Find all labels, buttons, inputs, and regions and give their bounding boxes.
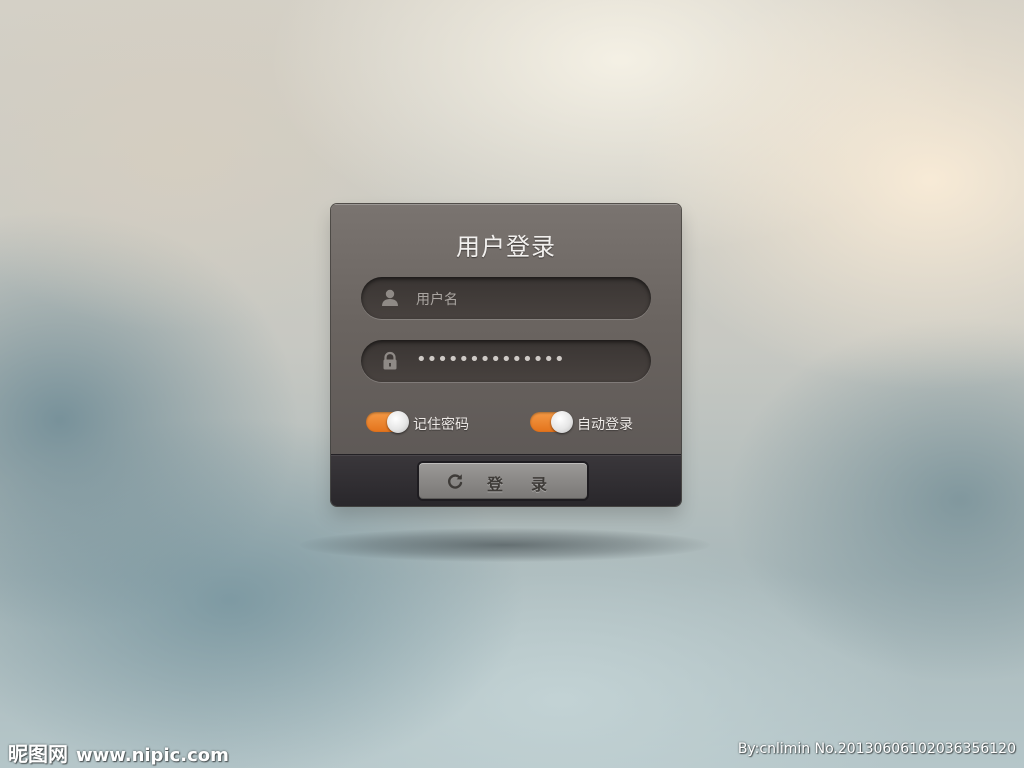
panel-drop-shadow <box>300 528 710 562</box>
refresh-icon <box>448 474 463 489</box>
remember-password-label: 记住密码 <box>413 417 469 433</box>
login-button-label: 登录 <box>487 475 576 494</box>
page-title: 用户登录 <box>456 233 556 261</box>
username-placeholder: 用户名 <box>416 292 458 308</box>
login-panel: 用户登录 用户名 •••••••••••••• 记住密码 自动登录 登录 <box>331 204 681 506</box>
watermark-site-name: 昵图网 <box>8 742 68 766</box>
toggle-knob <box>551 411 573 433</box>
toggle-knob <box>387 411 409 433</box>
login-form: 用户登录 用户名 •••••••••••••• 记住密码 自动登录 <box>331 204 681 454</box>
password-value: •••••••••••••• <box>416 349 565 370</box>
panel-footer: 登录 <box>331 454 681 506</box>
username-field[interactable]: 用户名 <box>361 277 651 319</box>
auto-login-toggle[interactable] <box>530 411 573 433</box>
user-icon <box>382 289 398 306</box>
login-button[interactable]: 登录 <box>419 463 587 499</box>
remember-password-toggle[interactable] <box>366 411 409 433</box>
auto-login-label: 自动登录 <box>577 417 633 433</box>
password-field[interactable]: •••••••••••••• <box>361 340 651 382</box>
lock-icon <box>383 351 397 370</box>
watermark-logo: 昵图网 www.nipic.com <box>8 738 229 767</box>
watermark-url: www.nipic.com <box>76 745 229 766</box>
watermark-credit: By:cnlimin No.20130606102036356120 <box>737 741 1016 757</box>
